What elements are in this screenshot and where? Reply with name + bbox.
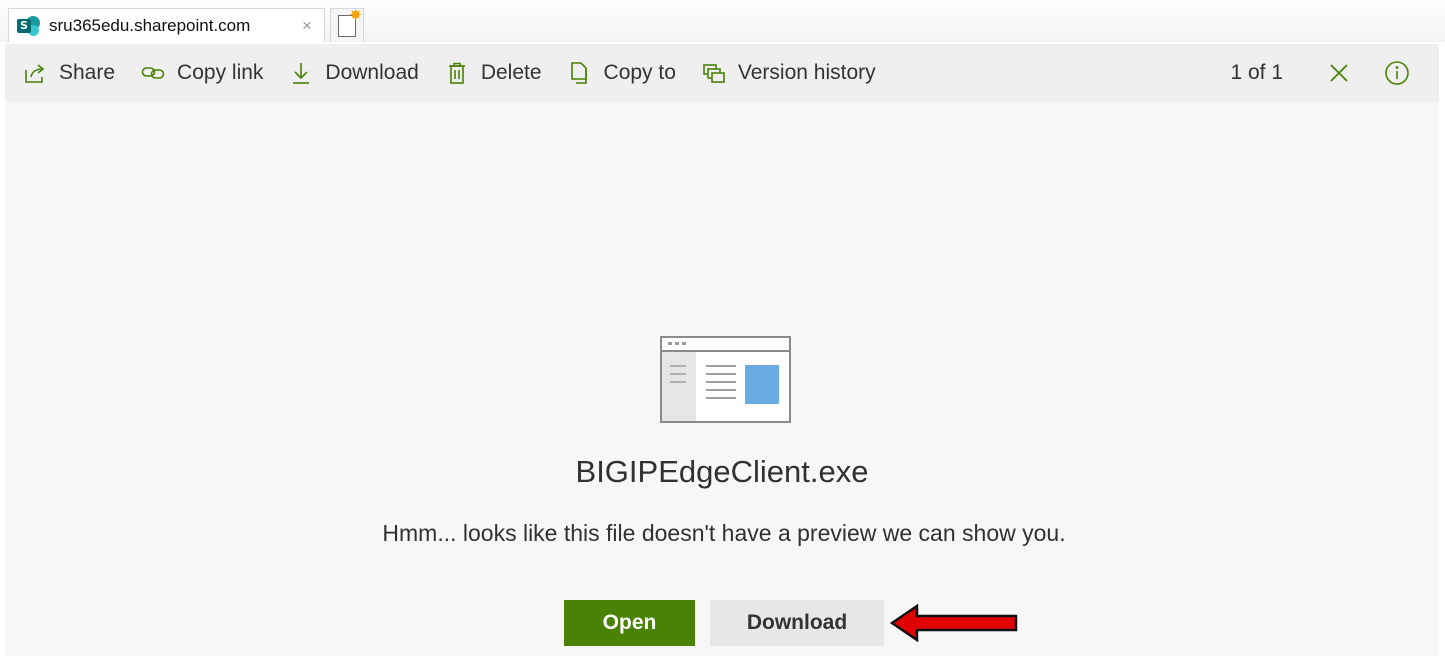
download-toolbar-label: Download <box>325 61 419 84</box>
download-toolbar-button[interactable]: Download <box>281 44 426 102</box>
share-button[interactable]: Share <box>5 44 123 102</box>
tab-close-button[interactable]: × <box>296 16 318 36</box>
file-counter: 1 of 1 <box>1230 61 1283 84</box>
command-bar: Share Copy link Download Delete Copy to … <box>5 44 1439 102</box>
download-icon <box>293 63 310 84</box>
info-button[interactable] <box>1375 51 1419 95</box>
close-icon <box>1330 64 1348 82</box>
share-icon <box>25 64 45 83</box>
no-preview-message: Hmm... looks like this file doesn't have… <box>382 520 1066 546</box>
open-button[interactable]: Open <box>564 600 695 646</box>
delete-button[interactable]: Delete <box>437 44 550 102</box>
version-history-label: Version history <box>737 61 876 84</box>
copy-to-label: Copy to <box>603 61 676 84</box>
share-label: Share <box>59 61 116 84</box>
copy-link-label: Copy link <box>177 61 264 84</box>
download-button[interactable]: Download <box>710 600 884 646</box>
file-name: BIGIPEdgeClient.exe <box>575 454 869 489</box>
copy-to-button[interactable]: Copy to <box>560 44 684 102</box>
generic-file-preview-icon <box>660 336 791 423</box>
new-tab-button[interactable]: ✸ <box>330 8 364 42</box>
delete-label: Delete <box>480 61 542 84</box>
version-history-button[interactable]: Version history <box>694 44 884 102</box>
red-arrow-icon <box>890 604 1018 642</box>
copy-link-button[interactable]: Copy link <box>133 44 271 102</box>
tab-title: sru365edu.sharepoint.com <box>49 15 251 35</box>
version-history-icon <box>703 64 725 83</box>
link-icon <box>141 67 165 79</box>
new-tab-icon: ✸ <box>338 8 362 37</box>
browser-tab-strip: S sru365edu.sharepoint.com × ✸ <box>0 0 1445 42</box>
browser-tab[interactable]: S sru365edu.sharepoint.com × <box>8 8 325 42</box>
info-icon <box>1385 61 1409 85</box>
preview-pane: BIGIPEdgeClient.exe Hmm... looks like th… <box>5 102 1439 656</box>
close-button[interactable] <box>1317 51 1361 95</box>
sharepoint-icon: S <box>17 15 41 37</box>
copy-icon <box>570 62 587 84</box>
trash-icon <box>448 62 465 84</box>
